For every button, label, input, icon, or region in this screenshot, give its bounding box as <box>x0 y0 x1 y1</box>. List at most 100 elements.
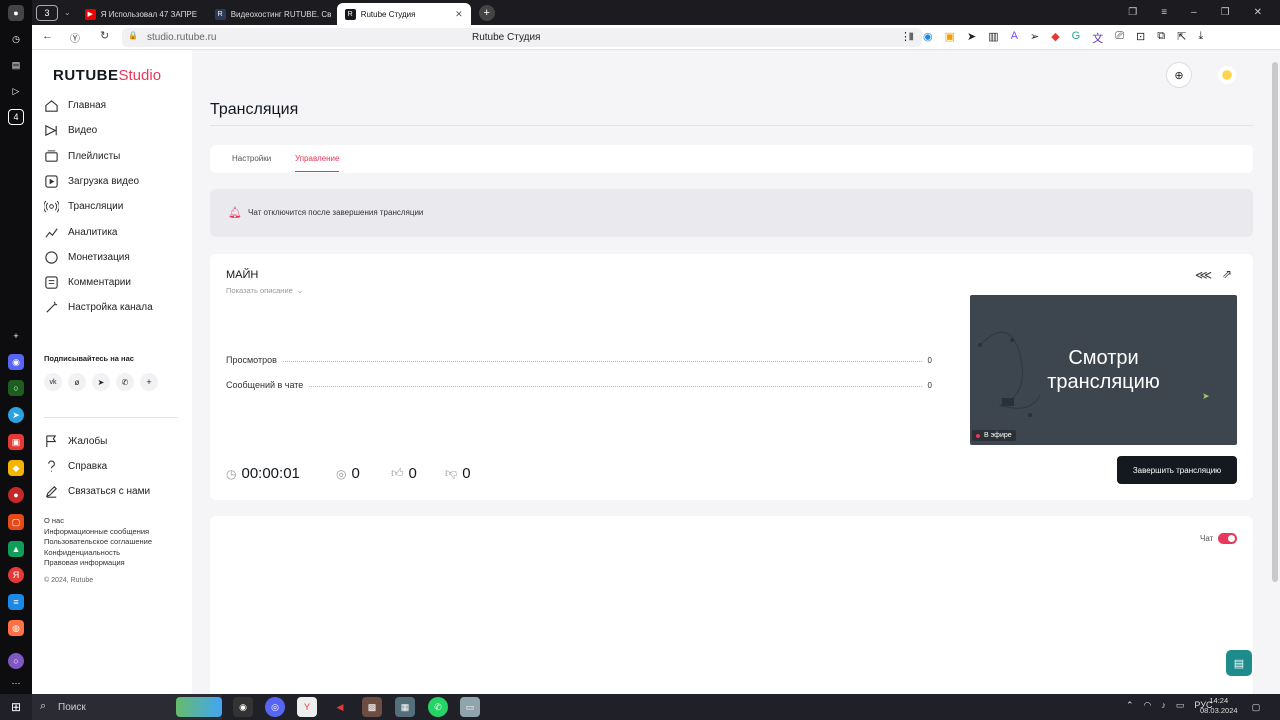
whatsapp-icon[interactable]: ✆ <box>428 697 448 717</box>
browser-tab-2[interactable]: R Видеохостинг RUTUBE. Св <box>207 3 337 25</box>
app-red-icon[interactable]: ▣ <box>8 434 24 450</box>
sidebar-item-complaints[interactable]: Жалобы <box>44 434 107 449</box>
reload-icon[interactable]: ↻ <box>100 29 109 42</box>
speaker-app-icon[interactable]: ◀ <box>330 697 350 717</box>
page-scrollbar[interactable] <box>1270 50 1280 694</box>
ext-color-icon[interactable]: ◆ <box>1051 30 1059 46</box>
footer-link-info[interactable]: Информационные сообщения <box>44 527 152 538</box>
avatar[interactable] <box>1218 66 1236 84</box>
tab-management[interactable]: Управление <box>295 154 340 172</box>
yandex-icon[interactable]: Я <box>8 567 24 583</box>
chevron-down-icon[interactable]: ⌄ <box>64 8 71 17</box>
play-icon[interactable]: ▷ <box>8 83 24 99</box>
footer-link-privacy[interactable]: Конфиденциальность <box>44 548 152 559</box>
sidebar-item-4[interactable]: Загрузка видео <box>44 174 139 189</box>
end-stream-button[interactable]: Завершить трансляцию <box>1117 456 1237 484</box>
sidebar-item-contact[interactable]: Связаться с нами <box>44 484 150 499</box>
clock[interactable]: 14:24 08.03.2024 <box>1200 696 1238 716</box>
bookmarks-icon[interactable]: ❐ <box>1128 7 1137 18</box>
calculator-icon[interactable]: ▦ <box>395 697 415 717</box>
ext-lock-icon[interactable]: ▣ <box>945 30 955 46</box>
history-icon[interactable]: ◷ <box>8 31 24 47</box>
ok-icon[interactable]: ø <box>68 373 86 391</box>
profile-icon[interactable]: ● <box>8 5 24 21</box>
kebab-icon[interactable]: ⋮ <box>900 30 911 46</box>
sidebar-item-help[interactable]: Справка <box>44 459 107 474</box>
url-box[interactable]: 🔒 studio.rutube.ru Rutube Студия ▮ <box>122 28 922 47</box>
telegram-icon[interactable]: ➤ <box>92 373 110 391</box>
battery-icon[interactable]: ▭ <box>1176 700 1185 711</box>
screencast-icon[interactable]: ⊡ <box>1136 30 1145 46</box>
sidebar-item-7[interactable]: Монетизация <box>44 250 130 265</box>
yandex-browser-icon[interactable]: Ⓨ <box>70 30 80 45</box>
more-dots-icon[interactable]: ⋯ <box>8 675 24 691</box>
sidebar-item-2[interactable]: Видео <box>44 123 97 138</box>
new-tab-button[interactable]: + <box>478 4 495 21</box>
close-window-icon[interactable]: ✕ <box>1254 7 1262 18</box>
close-tab-icon[interactable]: ✕ <box>455 9 463 20</box>
office-icon[interactable]: ▢ <box>8 514 24 530</box>
sidebar-item-8[interactable]: Комментарии <box>44 275 131 290</box>
add-content-button[interactable]: ⊕ <box>1166 62 1192 88</box>
search-highlight-icon[interactable] <box>176 697 222 717</box>
volume-icon[interactable]: ♪ <box>1161 700 1166 711</box>
alice-icon[interactable]: ○ <box>8 653 24 669</box>
show-description-toggle[interactable]: Показать описание ⌄ <box>226 286 303 295</box>
yandex-taskbar-icon[interactable]: Y <box>297 697 317 717</box>
tray-chevron-up-icon[interactable]: ⌃ <box>1126 700 1134 711</box>
app-orange-icon[interactable]: ◍ <box>8 620 24 636</box>
viber-icon[interactable]: ✆ <box>116 373 134 391</box>
drive-icon[interactable]: ▲ <box>8 541 24 557</box>
cast-icon[interactable]: ⎚ <box>1115 30 1124 46</box>
external-link-icon[interactable]: ⇗ <box>1222 267 1232 281</box>
share-page-icon[interactable]: ⇱ <box>1177 30 1186 46</box>
windows-start-icon[interactable]: ⊞ <box>6 697 26 717</box>
docs-icon[interactable]: ≡ <box>8 594 24 610</box>
ext-send-icon[interactable]: ➢ <box>1030 30 1039 46</box>
downloads-count-icon[interactable]: 4 <box>8 109 24 125</box>
tab-count[interactable]: 3 <box>36 4 58 21</box>
telegram-app-icon[interactable]: ➤ <box>8 407 24 423</box>
more-icon[interactable]: + <box>140 373 158 391</box>
ext-audio-icon[interactable]: ▥ <box>988 30 998 46</box>
ext-translate-icon[interactable]: 文 <box>1092 30 1103 46</box>
chat-toggle[interactable] <box>1218 533 1237 544</box>
ext-grammar-icon[interactable]: G <box>1072 30 1081 46</box>
download-icon[interactable]: ⤓ <box>1198 30 1203 46</box>
sidebar-item-5[interactable]: Трансляции <box>44 199 123 214</box>
support-chat-button[interactable]: ▤ <box>1226 650 1252 676</box>
sidebar-item-3[interactable]: Плейлисты <box>44 149 120 164</box>
sidebar-item-6[interactable]: Аналитика <box>44 225 118 240</box>
menu-icon[interactable]: ≡ <box>1161 7 1167 18</box>
vk-icon[interactable]: vk <box>44 373 62 391</box>
back-icon[interactable]: ← <box>42 30 53 42</box>
minecraft-icon[interactable]: ▩ <box>362 697 382 717</box>
footer-link-about[interactable]: О нас <box>44 516 152 527</box>
discord-icon[interactable]: ◉ <box>8 354 24 370</box>
ext-shazam-icon[interactable]: ◉ <box>923 30 933 46</box>
collections-icon[interactable]: ▤ <box>8 57 24 73</box>
chat-app-icon[interactable]: ○ <box>8 380 24 396</box>
discord-taskbar-icon[interactable]: ◎ <box>265 697 285 717</box>
add-panel-icon[interactable]: + <box>8 328 24 344</box>
url-text[interactable]: studio.rutube.ru <box>147 32 217 43</box>
ext-cursor-icon[interactable]: ➤ <box>967 30 976 46</box>
notifications-icon[interactable]: ▢ <box>1246 697 1266 717</box>
app-window-icon[interactable]: ▭ <box>460 697 480 717</box>
minimize-icon[interactable]: – <box>1191 7 1197 18</box>
browser-tab-1[interactable]: ▶ Я Использовал 47 ЗАПРЕ <box>77 3 207 25</box>
app-black-icon[interactable]: ◉ <box>233 697 253 717</box>
app-yellow-icon[interactable]: ◆ <box>8 460 24 476</box>
stream-preview[interactable]: Смотри трансляцию В эфире ➤ <box>970 295 1237 445</box>
app-circle-icon[interactable]: ● <box>8 487 24 503</box>
footer-link-terms[interactable]: Пользовательское соглашение <box>44 537 152 548</box>
sidebar-item-1[interactable]: Главная <box>44 98 106 113</box>
share-icon[interactable]: ⋘ <box>1195 268 1212 282</box>
scrollbar-thumb[interactable] <box>1272 62 1278 582</box>
sidebar-item-9[interactable]: Настройка канала <box>44 300 153 315</box>
browser-tab-3[interactable]: R Rutube Студия ✕ <box>336 3 471 25</box>
footer-link-legal[interactable]: Правовая информация <box>44 558 152 569</box>
extensions-icon[interactable]: ⧉ <box>1157 30 1165 46</box>
wifi-icon[interactable]: ◠ <box>1144 700 1152 711</box>
rutube-studio-logo[interactable]: RUTUBE Studio <box>53 67 161 84</box>
